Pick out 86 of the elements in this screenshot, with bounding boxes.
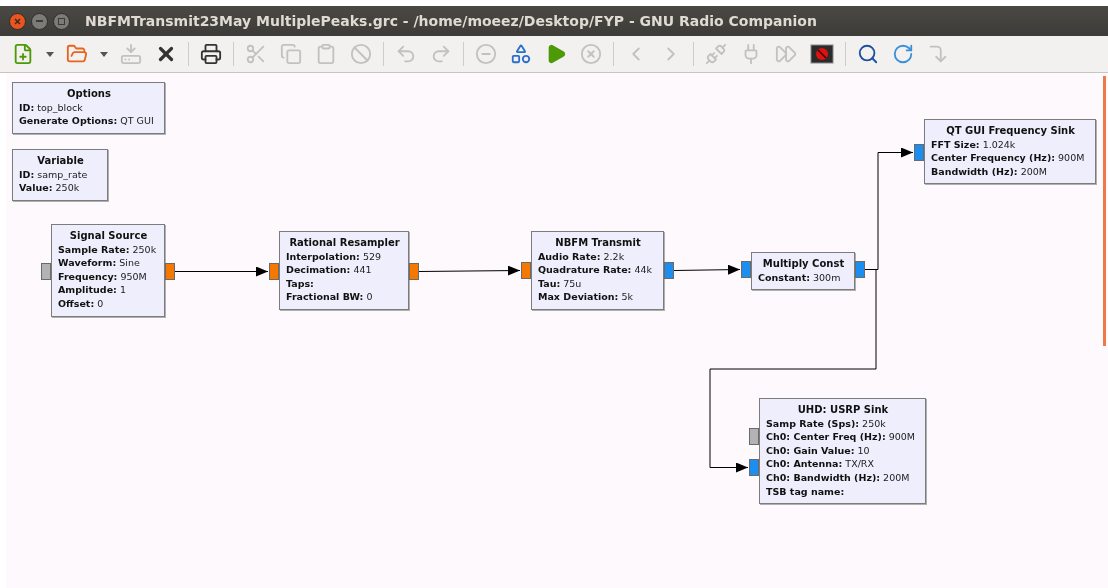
close-icon [14, 17, 21, 25]
block-param: Offset: 0 [58, 296, 105, 311]
minimize-icon [36, 20, 43, 22]
reload-icon [892, 43, 914, 65]
new-file-icon [12, 43, 34, 65]
block[interactable]: Options ID: top_block Generate Options: QT GUI [12, 82, 165, 134]
block-param: Sample Rate: 250k [58, 242, 158, 257]
block-param: Taps: [286, 276, 315, 291]
block-param: Samp Rate (Sps): 250k [766, 416, 887, 431]
block[interactable]: NBFM Transmit Audio Rate: 2.2k Quadrature Rate: 44k Tau: 75u Max Deviation: 5k [531, 231, 664, 310]
block-title: Variable [36, 154, 85, 168]
fast-forward-icon [775, 43, 797, 65]
dropdown-button[interactable] [99, 51, 109, 57]
block-title: Options [66, 87, 112, 101]
clipboard-icon [315, 43, 337, 65]
block-param: Tau: 75u [538, 276, 583, 291]
search-icon [857, 43, 879, 65]
kill-button[interactable] [808, 42, 836, 66]
input-port[interactable] [269, 263, 279, 280]
arrow-icon [927, 43, 949, 65]
block-param: Value: 250k [19, 181, 81, 195]
printer-button[interactable] [198, 41, 224, 67]
input-port[interactable] [914, 144, 924, 161]
scissors-icon [245, 43, 267, 65]
block-param: Frequency: 950M [58, 269, 148, 284]
maximize-button[interactable] [53, 12, 70, 30]
block-param: Interpolation: 529 [286, 249, 383, 264]
block-param: ID: top_block [19, 100, 84, 115]
block-title: UHD: USRP Sink [796, 403, 890, 417]
minus-icon [475, 43, 497, 65]
block-param: Quadrature Rate: 44k [538, 263, 654, 277]
shapes-icon [510, 43, 532, 65]
input-port[interactable] [749, 428, 759, 445]
block[interactable]: QT GUI Frequency Sink FFT Size: 1.024k Center Frequency (Hz): 900M Bandwidth (Hz): 200M [924, 119, 1096, 185]
block-param: FFT Size: 1.024k [931, 137, 1017, 152]
block-param: Ch0: Antenna: TX/RX [766, 457, 875, 471]
block-param: Center Frequency (Hz): 900M [931, 151, 1086, 165]
block-param: Decimation: 441 [286, 263, 373, 277]
window-title: NBFMTransmit23May MultiplePeaks.grc - /home/moeez/Desktop/FYP - GNU Radio Companion [85, 13, 817, 29]
save-icon [120, 43, 142, 65]
printer-icon [200, 43, 222, 65]
block-param: Generate Options: QT GUI [19, 114, 155, 128]
input-port[interactable] [741, 261, 751, 278]
maximize-icon [58, 17, 65, 25]
scrollbar-thumb[interactable] [1103, 76, 1106, 346]
copy-icon [280, 43, 302, 65]
connection-arrow[interactable] [174, 266, 269, 277]
block[interactable]: Variable ID: samp_rate Value: 250k [12, 149, 108, 201]
stop-icon [580, 43, 602, 65]
block-param: TSB tag name: [766, 484, 846, 499]
block-param: Audio Rate: 2.2k [538, 249, 626, 264]
block-title: Signal Source [68, 229, 149, 243]
block-param: Fractional BW: 0 [286, 290, 374, 304]
block-param: Ch0: Center Freq (Hz): 900M [766, 430, 917, 444]
block-param: Constant: 300m [758, 270, 842, 285]
block-title: Rational Resampler [288, 236, 401, 250]
block-param: Waveform: Sine [58, 256, 141, 270]
output-port[interactable] [165, 263, 175, 280]
block[interactable]: Rational Resampler Interpolation: 529 Decimation: 441 Taps: Fractional BW: 0 [279, 231, 409, 310]
minimize-button[interactable] [31, 12, 48, 30]
connection-arrow[interactable] [673, 264, 741, 275]
block-param: Max Deviation: 5k [538, 290, 634, 304]
block[interactable]: Signal Source Sample Rate: 250k Waveform: Sine Frequency: 950M Amplitude: 1 Offset: 0 [51, 224, 165, 317]
block-param: Bandwidth (Hz): 200M [931, 164, 1048, 179]
redo-icon [430, 43, 452, 65]
block[interactable]: UHD: USRP Sink Samp Rate (Sps): 250k Ch0: Center Freq (Hz): 900M Ch0: Gain Value: 10 Ch0: Antenna: TX/RX Ch0: Bandwidth (Hz): 200M TSB tag name: [759, 398, 926, 505]
folder-icon [66, 43, 88, 65]
connection-arrow[interactable] [418, 265, 521, 276]
block[interactable]: Multiply Const Constant: 300m [751, 252, 855, 291]
input-port[interactable] [749, 459, 759, 476]
output-port[interactable] [855, 261, 865, 278]
block-title: NBFM Transmit [554, 236, 642, 250]
input-port[interactable] [521, 262, 531, 279]
input-port[interactable] [41, 263, 51, 280]
block-title: Multiply Const [761, 257, 846, 271]
disable-icon [350, 43, 372, 65]
plug-icon [705, 43, 727, 65]
block-param: Amplitude: 1 [58, 283, 127, 297]
undo-icon [395, 43, 417, 65]
block-title: QT GUI Frequency Sink [945, 124, 1076, 138]
dropdown-button[interactable] [45, 51, 55, 57]
output-port[interactable] [409, 263, 419, 280]
output-port[interactable] [664, 262, 674, 279]
block-param: ID: samp_rate [19, 167, 89, 182]
block-param: Ch0: Bandwidth (Hz): 200M [766, 470, 911, 485]
block-param: Ch0: Gain Value: 10 [766, 443, 871, 458]
